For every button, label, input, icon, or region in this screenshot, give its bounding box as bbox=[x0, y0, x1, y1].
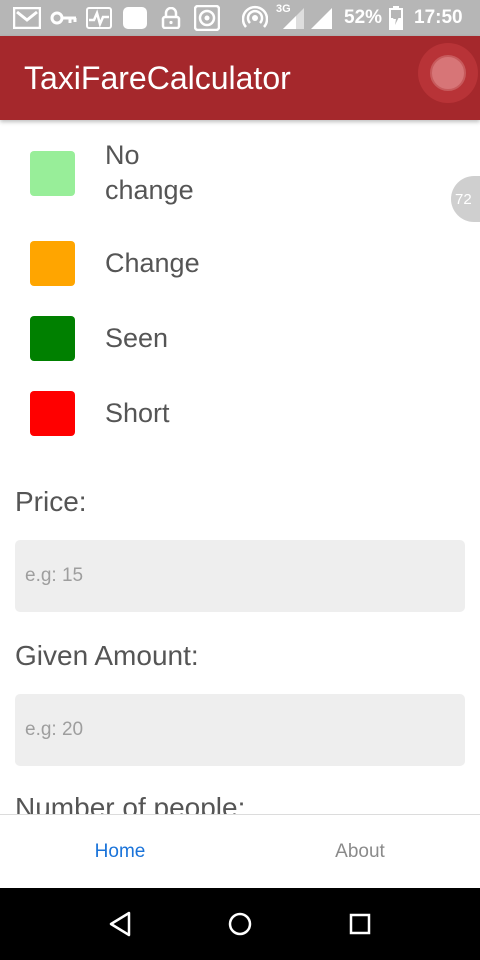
key-icon bbox=[50, 6, 78, 30]
legend-label: No change bbox=[105, 140, 194, 205]
navigation-bar bbox=[0, 888, 480, 960]
hotspot-icon bbox=[242, 5, 268, 30]
back-icon[interactable] bbox=[104, 908, 136, 940]
media-icon bbox=[193, 5, 221, 31]
given-amount-label: Given Amount: bbox=[15, 640, 199, 671]
legend-label: Seen bbox=[105, 323, 169, 353]
record-icon bbox=[430, 55, 466, 91]
square-app-icon bbox=[122, 6, 148, 30]
legend-item-change: Change bbox=[0, 241, 480, 286]
app-bar: TaxiFareCalculator bbox=[0, 36, 480, 120]
battery-percent: 52% bbox=[344, 7, 383, 28]
legend-swatch bbox=[30, 316, 75, 361]
legend-label: Short bbox=[105, 398, 170, 428]
lock-icon bbox=[160, 6, 182, 30]
network-type: 3G bbox=[276, 3, 291, 15]
tab-about[interactable]: About bbox=[240, 815, 480, 888]
app-title: TaxiFareCalculator bbox=[24, 60, 291, 96]
recents-icon[interactable] bbox=[344, 908, 376, 940]
side-badge-count: 72 bbox=[455, 190, 472, 208]
legend-item-no-change: No change bbox=[0, 140, 480, 206]
legend-label: Change bbox=[105, 248, 200, 278]
activity-icon bbox=[86, 6, 112, 30]
tab-about-label: About bbox=[335, 840, 385, 862]
price-input[interactable] bbox=[15, 540, 465, 612]
home-icon[interactable] bbox=[224, 908, 256, 940]
given-amount-input[interactable] bbox=[15, 694, 465, 766]
bottom-tab-bar: Home About bbox=[0, 814, 480, 888]
number-of-people-label: Number of people: bbox=[15, 792, 246, 814]
legend-item-seen: Seen bbox=[0, 316, 480, 361]
main-content: No change Change Seen Short Price: Given… bbox=[0, 120, 480, 814]
legend-swatch bbox=[30, 391, 75, 436]
status-bar: 3G 52% 17:50 bbox=[0, 0, 480, 36]
legend-swatch bbox=[30, 241, 75, 286]
tab-home[interactable]: Home bbox=[0, 815, 240, 888]
clock: 17:50 bbox=[414, 7, 463, 28]
gmail-icon bbox=[12, 6, 42, 30]
legend-swatch bbox=[30, 151, 75, 196]
signal-icon bbox=[308, 6, 334, 30]
tab-home-label: Home bbox=[94, 840, 146, 862]
battery-icon bbox=[388, 6, 404, 30]
legend-item-short: Short bbox=[0, 391, 480, 436]
price-label: Price: bbox=[15, 486, 87, 517]
record-button[interactable] bbox=[418, 43, 478, 103]
